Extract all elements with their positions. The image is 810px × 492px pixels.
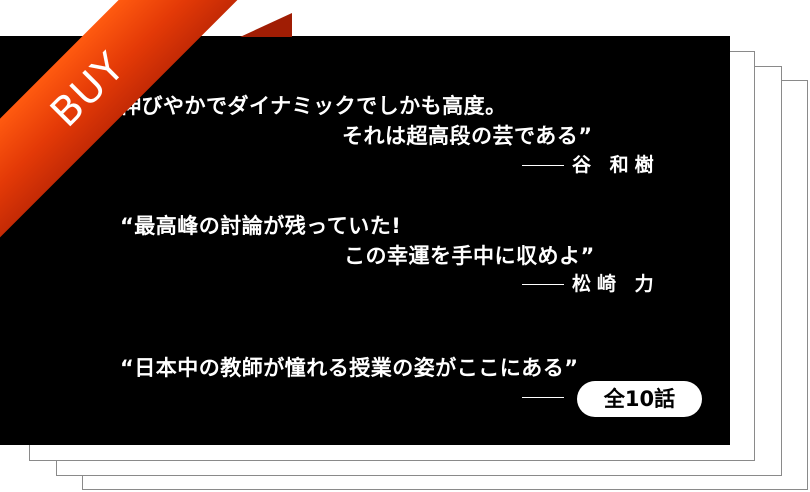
- quote-1-attribution: 谷 和樹: [522, 150, 660, 177]
- quote-2-attribution: 松崎 力: [522, 269, 660, 296]
- attribution-dash: [522, 283, 564, 286]
- quote-1-line-1: 伸びやかでダイナミックでしかも高度。: [120, 94, 507, 118]
- attribution-dash: [522, 396, 564, 399]
- quote-1-line-2: それは超高段の芸である”: [342, 124, 593, 148]
- quote-2-author: 松崎 力: [572, 273, 660, 295]
- quote-3-line-1: “日本中の教師が憧れる授業の姿がここにある”: [120, 356, 579, 380]
- episode-count-badge: 全10話: [577, 381, 702, 417]
- ribbon-fold: [240, 13, 292, 37]
- quote-1-author: 谷 和樹: [572, 154, 660, 176]
- attribution-dash: [522, 164, 564, 167]
- quote-2-line-2: この幸運を手中に収めよ”: [344, 244, 595, 268]
- quote-2-line-1: “最高峰の討論が残っていた!: [120, 214, 402, 238]
